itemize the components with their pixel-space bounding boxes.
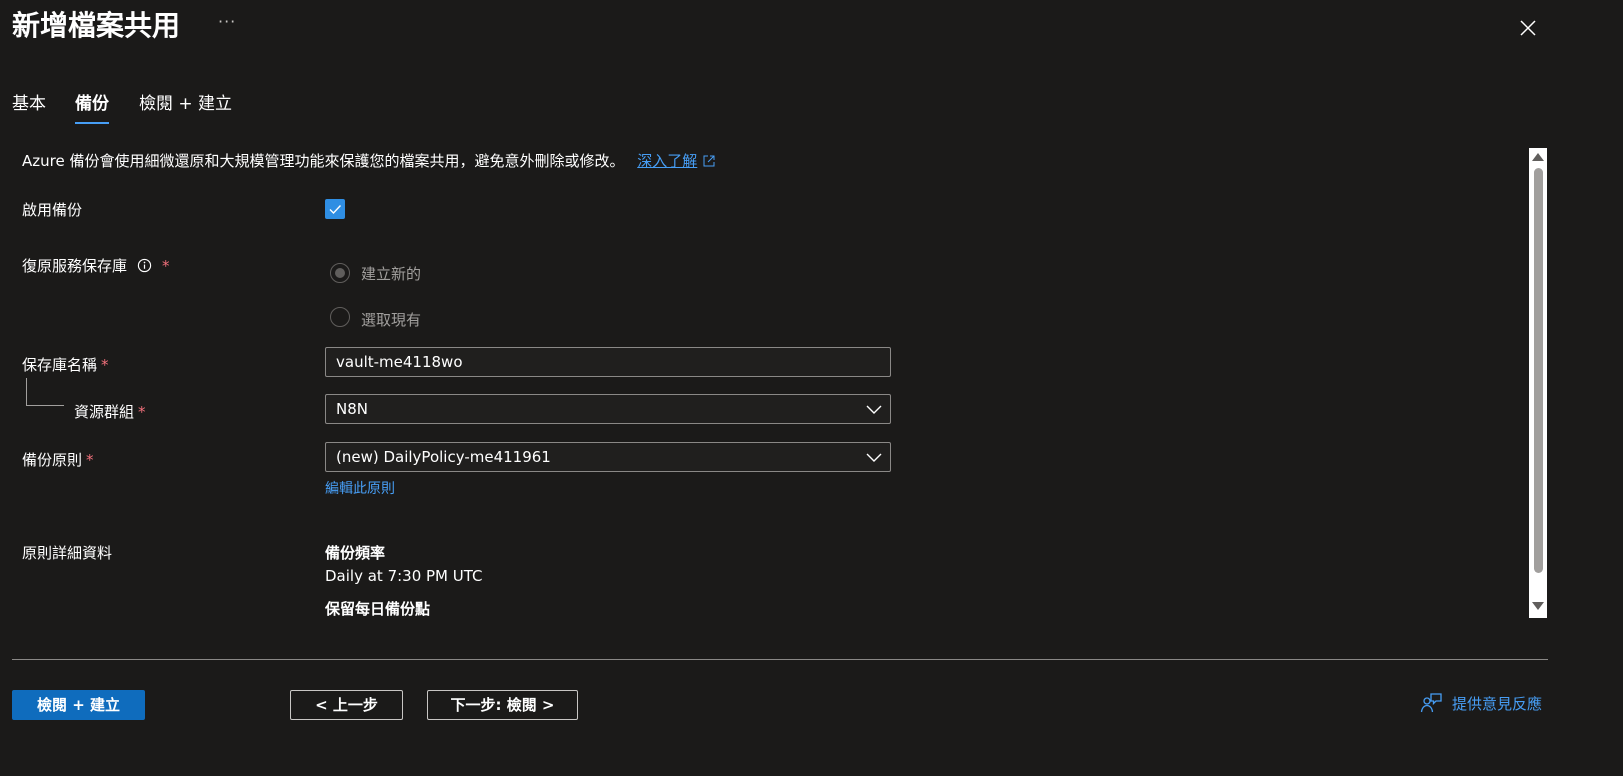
next-button[interactable]: 下一步: 檢閱 > <box>427 690 578 720</box>
radio-create-new[interactable] <box>330 263 350 283</box>
retention-title: 保留每日備份點 <box>325 600 431 618</box>
checkmark-icon <box>329 205 342 215</box>
scroll-down-arrow[interactable] <box>1532 602 1544 610</box>
tab-review-create[interactable]: 檢閱 + 建立 <box>139 92 232 116</box>
resource-group-value: N8N <box>336 400 368 418</box>
required-marker: * <box>101 356 109 374</box>
vault-label-row: 復原服務保存庫 * <box>22 255 170 277</box>
chevron-down-icon <box>866 453 882 462</box>
tab-backup[interactable]: 備份 <box>75 92 109 124</box>
feedback-link[interactable]: 提供意見反應 <box>1420 692 1542 716</box>
description-text: Azure 備份會使用細微還原和大規模管理功能來保護您的檔案共用，避免意外刪除或… <box>22 150 715 172</box>
backup-policy-label: 備份原則 <box>22 451 83 469</box>
feedback-icon <box>1420 693 1442 713</box>
learn-more-link[interactable]: 深入了解 <box>637 152 715 170</box>
vault-name-label-row: 保存庫名稱 * <box>22 354 109 376</box>
footer-divider <box>12 659 1548 660</box>
vault-name-label: 保存庫名稱 <box>22 356 98 374</box>
vault-name-input[interactable] <box>325 347 891 377</box>
enable-backup-checkbox[interactable] <box>325 199 345 219</box>
resource-group-dropdown[interactable]: N8N <box>325 394 891 424</box>
tree-connector-vertical <box>26 378 27 406</box>
policy-details-label: 原則詳細資料 <box>22 544 113 562</box>
resource-group-label: 資源群組 <box>74 403 135 421</box>
vault-label: 復原服務保存庫 <box>22 257 128 275</box>
page-title: 新增檔案共用 <box>12 9 181 42</box>
radio-select-existing[interactable] <box>330 307 350 327</box>
more-options-button[interactable]: ··· <box>218 12 236 31</box>
required-marker: * <box>86 451 94 469</box>
review-create-button[interactable]: 檢閱 + 建立 <box>12 690 145 720</box>
edit-policy-link[interactable]: 編輯此原則 <box>325 478 395 498</box>
scrollbar-thumb[interactable] <box>1534 168 1543 573</box>
tab-basics[interactable]: 基本 <box>12 92 46 116</box>
backup-policy-label-row: 備份原則 * <box>22 449 94 471</box>
tree-connector-horizontal <box>26 405 64 406</box>
backup-policy-dropdown[interactable]: (new) DailyPolicy-me411961 <box>325 442 891 472</box>
required-marker: * <box>138 403 146 421</box>
feedback-label: 提供意見反應 <box>1452 695 1543 713</box>
previous-button[interactable]: < 上一步 <box>290 690 403 720</box>
enable-backup-label: 啟用備份 <box>22 201 83 219</box>
backup-policy-value: (new) DailyPolicy-me411961 <box>336 448 551 466</box>
info-icon[interactable] <box>137 258 152 273</box>
radio-create-new-label: 建立新的 <box>361 265 422 283</box>
close-icon[interactable] <box>1516 16 1540 40</box>
external-link-icon <box>703 155 715 167</box>
resource-group-label-row: 資源群組 * <box>74 401 146 423</box>
description: Azure 備份會使用細微還原和大規模管理功能來保護您的檔案共用，避免意外刪除或… <box>22 152 625 170</box>
chevron-down-icon <box>866 405 882 414</box>
required-marker: * <box>162 257 170 275</box>
scroll-up-arrow[interactable] <box>1532 153 1544 161</box>
radio-select-existing-label: 選取現有 <box>361 311 422 329</box>
frequency-value: Daily at 7:30 PM UTC <box>325 567 483 585</box>
learn-more-label: 深入了解 <box>637 152 698 170</box>
frequency-title: 備份頻率 <box>325 544 386 562</box>
